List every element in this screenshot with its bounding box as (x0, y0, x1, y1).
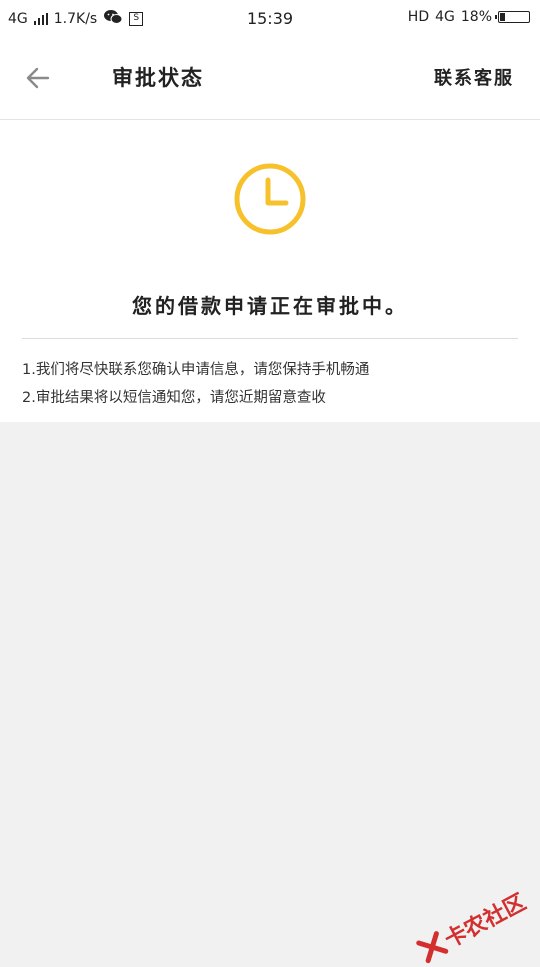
status-right: HD 4G 18% (408, 9, 530, 25)
status-bar: 4G 1.7K/s S 15:39 HD 4G 18% (0, 0, 540, 36)
status-message: 您的借款申请正在审批中。 (132, 294, 408, 318)
arrow-left-icon (26, 67, 50, 89)
approval-content: 您的借款申请正在审批中。 1.我们将尽快联系您确认申请信息，请您保持手机畅通 2… (0, 120, 540, 422)
clock-icon (233, 162, 307, 236)
page-title: 审批状态 (112, 66, 204, 90)
battery-icon (495, 11, 530, 23)
battery-fill (500, 13, 505, 21)
app-bar: 审批状态 联系客服 (0, 36, 540, 120)
note-item: 1.我们将尽快联系您确认申请信息，请您保持手机畅通 (22, 362, 370, 378)
divider (22, 338, 518, 339)
hd-label: HD (407, 9, 430, 25)
battery-percent: 18% (460, 9, 492, 25)
contact-service-button[interactable]: 联系客服 (434, 64, 514, 90)
watermark: 卡农社区 (413, 885, 530, 967)
notes-list: 1.我们将尽快联系您确认申请信息，请您保持手机畅通 2.审批结果将以短信通知您，… (22, 356, 369, 412)
back-button[interactable] (18, 58, 58, 98)
watermark-text: 卡农社区 (440, 889, 531, 954)
network-type-right: 4G (435, 9, 455, 25)
note-item: 2.审批结果将以短信通知您，请您近期留意查收 (22, 390, 326, 406)
